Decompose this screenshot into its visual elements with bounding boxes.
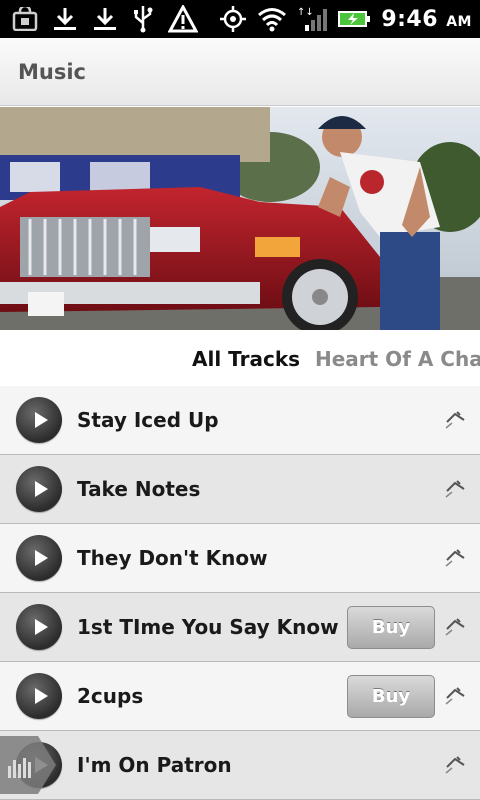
buy-button[interactable]: Buy [347,606,435,649]
buy-button[interactable]: Buy [347,675,435,718]
track-row[interactable]: I'm On Patron [0,731,480,800]
app-title: Music [18,60,86,84]
play-icon[interactable] [16,673,62,719]
usb-icon [132,5,154,33]
tab-all-tracks[interactable]: All Tracks [192,347,300,371]
play-icon[interactable] [16,466,62,512]
track-title: 2cups [77,684,144,708]
tab-heart-of-a-champ[interactable]: Heart Of A Champ [315,347,480,371]
download-icon [52,6,78,32]
track-row[interactable]: They Don't Know [0,524,480,593]
title-bar: Music [0,38,480,106]
track-title: I'm On Patron [77,753,232,777]
context-menu-icon[interactable] [444,684,468,708]
play-icon[interactable] [16,397,62,443]
track-row[interactable]: Stay Iced Up [0,386,480,455]
track-row[interactable]: 2cups Buy [0,662,480,731]
play-icon[interactable] [16,604,62,650]
status-bar: ↑↓ 9:46 AM [0,0,480,38]
gps-icon [219,5,247,33]
signal-icon: ↑↓ [297,5,328,33]
shopping-bag-icon [12,7,38,31]
wifi-icon [257,6,287,32]
context-menu-icon[interactable] [444,753,468,777]
track-title: 1st TIme You Say Know [77,615,339,639]
tab-strip: All Tracks Heart Of A Champ [0,330,480,386]
status-clock: 9:46 AM [381,6,472,32]
download-icon [92,6,118,32]
track-title: Stay Iced Up [77,408,219,432]
track-list: Stay Iced Up Take Notes They Don't Know … [0,386,480,800]
battery-charging-icon [337,8,371,30]
play-icon[interactable] [16,535,62,581]
context-menu-icon[interactable] [444,615,468,639]
track-title: Take Notes [77,477,201,501]
album-banner-image [0,107,480,330]
track-row[interactable]: 1st TIme You Say Know Buy [0,593,480,662]
svg-text:↑↓: ↑↓ [297,7,314,18]
now-playing-handle[interactable] [0,736,58,794]
context-menu-icon[interactable] [444,477,468,501]
context-menu-icon[interactable] [444,546,468,570]
warning-icon [168,5,198,33]
track-title: They Don't Know [77,546,268,570]
track-row[interactable]: Take Notes [0,455,480,524]
context-menu-icon[interactable] [444,408,468,432]
